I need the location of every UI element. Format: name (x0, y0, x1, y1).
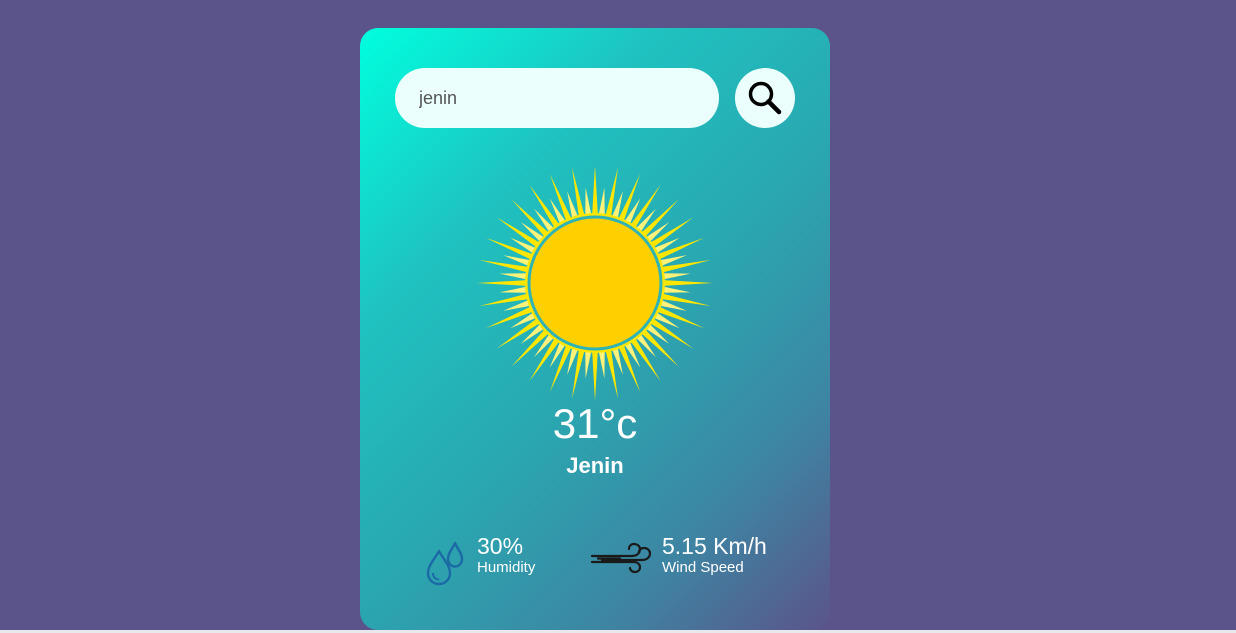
sun-icon (477, 168, 713, 401)
search-icon (748, 81, 782, 115)
humidity-drops-icon (426, 541, 464, 586)
city-name: Jenin (566, 453, 624, 478)
temperature: 31°c (552, 400, 638, 447)
page: 31°c Jenin 30% Humidity (0, 0, 1236, 633)
humidity-value: 30% (477, 533, 524, 559)
wind-section: 5.15 Km/h Wind Speed (590, 533, 767, 577)
weather-card: 31°c Jenin 30% Humidity (360, 28, 830, 630)
search-button[interactable] (735, 68, 795, 128)
wind-label: Wind Speed (662, 559, 744, 576)
search-row (395, 68, 795, 128)
wind-icon (590, 542, 652, 574)
wind-value: 5.15 Km/h (662, 533, 767, 559)
humidity-section: 30% Humidity (425, 533, 535, 587)
search-input[interactable] (395, 68, 719, 128)
humidity-label: Humidity (477, 559, 536, 576)
weather-details: 30% Humidity 5.15 Km/h Wind Speed (360, 533, 830, 593)
